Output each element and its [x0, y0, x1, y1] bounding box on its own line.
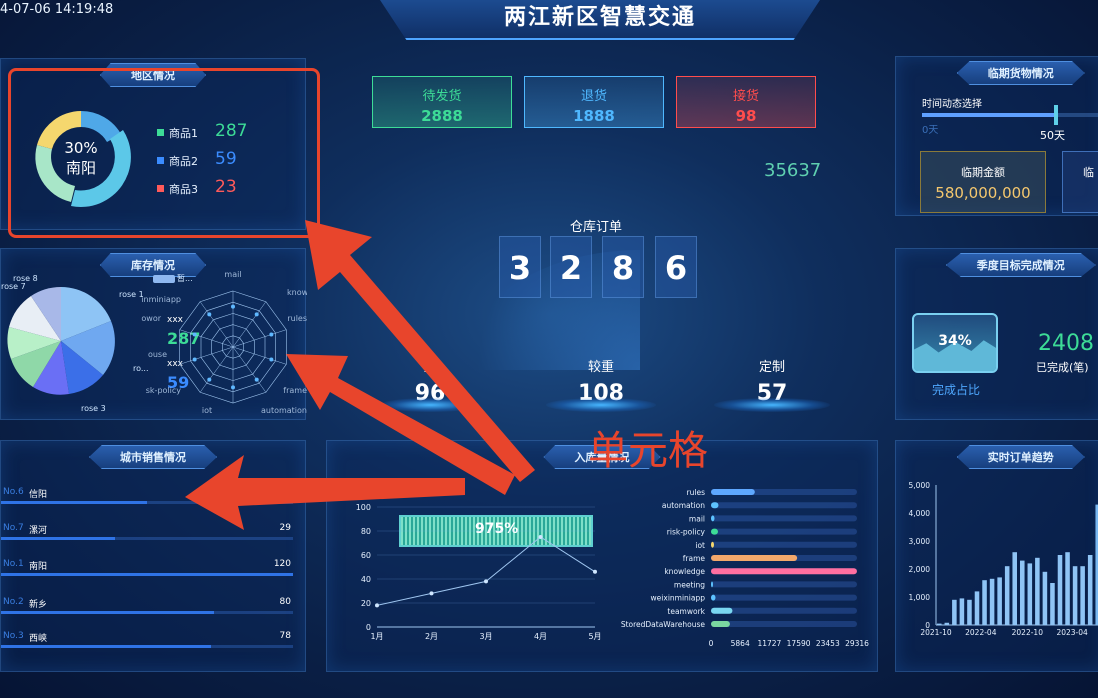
amount-card: 临期金额 580,000,000 — [920, 151, 1046, 213]
gauge-label: 完成占比 — [932, 383, 981, 397]
trend-bar — [1057, 555, 1063, 625]
trend-bar — [1020, 560, 1025, 625]
x-tick-label: 2023-04 — [1056, 628, 1088, 637]
trend-bar — [959, 598, 965, 625]
trend-bar — [937, 623, 942, 625]
trend-bar — [1087, 555, 1093, 625]
slider-handle[interactable] — [1054, 105, 1058, 125]
trend-bar — [967, 599, 972, 625]
realtime-panel-title: 实时订单趋势 — [956, 445, 1085, 469]
trend-bar — [974, 591, 980, 625]
y-tick-label: 5,000 — [909, 481, 931, 490]
amount-card-partial: 临 — [1062, 151, 1098, 213]
realtime-trend-chart: 01,0002,0003,0004,0005,0002021-10 2022-04… — [909, 481, 1098, 637]
slider-label: 时间动态选择 — [922, 99, 982, 110]
trend-bar — [997, 577, 1002, 625]
trend-bar — [952, 599, 957, 625]
expiring-panel-title: 临期货物情况 — [956, 61, 1085, 85]
trend-bar — [1004, 566, 1010, 625]
trend-bar — [1050, 583, 1055, 625]
water-gauge: 34% — [912, 313, 998, 373]
slider-min: 0天 — [922, 125, 939, 136]
slider-max: 50天 — [1040, 129, 1065, 142]
realtime-panel: 实时订单趋势 0 1,000 2,000 3,000 4,000 5,000 2021-10… — [895, 440, 1098, 672]
trend-bar — [989, 578, 995, 625]
trend-bar — [1027, 563, 1033, 625]
arrow-city — [185, 455, 465, 530]
trend-bar — [1012, 552, 1017, 625]
x-tick-label: 2022-10 — [1012, 628, 1044, 637]
completed-label: 已完成(笔) — [1036, 361, 1089, 374]
y-tick-label: 1,000 — [909, 593, 931, 602]
trend-bar — [1042, 571, 1048, 625]
y-tick-label: 2,000 — [909, 565, 931, 574]
amount-value: 580,000,000 — [935, 184, 1031, 202]
quarter-panel: 季度目标完成情况 34% 完成占比 2408 已完成(笔) — [895, 248, 1098, 420]
trend-bar — [944, 622, 950, 625]
trend-bar — [982, 580, 987, 625]
amount-label: 临期金额 — [961, 166, 1005, 179]
slider-fill — [922, 113, 1054, 117]
x-tick-label: 2022-04 — [965, 628, 997, 637]
partial-label: 临 — [1083, 166, 1094, 179]
x-tick-label: 2021-10 — [920, 628, 952, 637]
y-tick-label: 3,000 — [909, 537, 931, 546]
completed-count: 2408 — [1038, 331, 1094, 356]
trend-bar — [1065, 552, 1070, 625]
trend-bar — [1080, 566, 1085, 625]
gauge-percent: 34% — [938, 333, 972, 349]
y-tick-label: 4,000 — [909, 509, 931, 518]
expiring-panel: 临期货物情况 时间动态选择 0天 50天 临期金额 580,000,000 临 — [895, 56, 1098, 216]
trend-bar — [1035, 557, 1040, 625]
quarter-panel-title: 季度目标完成情况 — [945, 253, 1096, 277]
trend-bar — [1072, 566, 1078, 625]
